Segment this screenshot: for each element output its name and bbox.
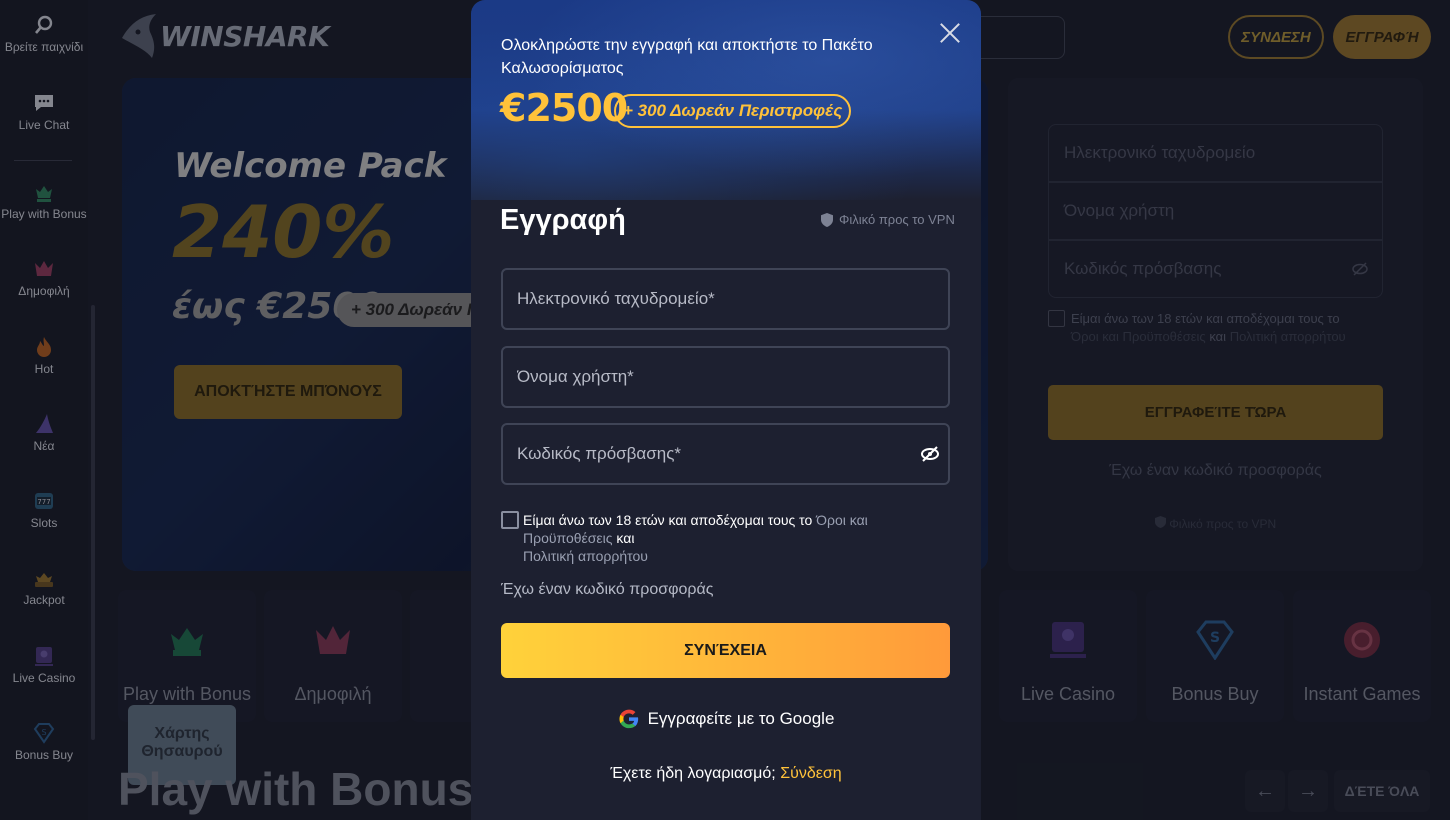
password-field[interactable]	[501, 423, 950, 485]
modal-headline: Ολοκληρώστε την εγγραφή και αποκτήστε το…	[501, 37, 873, 77]
google-signup-button[interactable]: Εγγραφείτε με το Google	[471, 708, 981, 730]
continue-button[interactable]: ΣΥΝΈΧΕΙΑ	[501, 623, 950, 678]
eye-off-icon[interactable]	[920, 445, 940, 463]
vpn-label: Φιλικό προς το VPN	[839, 212, 955, 227]
login-link[interactable]: Σύνδεση	[780, 765, 841, 782]
email-input[interactable]	[503, 270, 948, 328]
bonus-amount: €2500	[500, 86, 628, 130]
terms-text: Είμαι άνω των 18 ετών και αποδέχομαι του…	[523, 511, 943, 565]
username-field[interactable]	[501, 346, 950, 408]
email-field[interactable]	[501, 268, 950, 330]
have-account-text: Έχετε ήδη λογαριασμό;	[610, 765, 776, 782]
shield-icon	[821, 212, 833, 227]
google-signup-label: Εγγραφείτε με το Google	[647, 709, 835, 728]
terms-checkbox[interactable]	[501, 511, 519, 529]
terms-and: και	[616, 530, 635, 546]
registration-modal: Ολοκληρώστε την εγγραφή και αποκτήστε το…	[471, 0, 981, 820]
modal-title: Εγγραφή	[500, 204, 626, 236]
vpn-note: Φιλικό προς το VPN	[821, 212, 955, 227]
terms-main: Είμαι άνω των 18 ετών και αποδέχομαι του…	[523, 512, 813, 528]
google-icon	[619, 709, 638, 729]
privacy-link[interactable]: Πολιτική απορρήτου	[523, 548, 648, 564]
password-input[interactable]	[503, 425, 948, 483]
free-spins-badge: + 300 Δωρεάν Περιστροφές	[614, 94, 852, 128]
username-input[interactable]	[503, 348, 948, 406]
have-account-line: Έχετε ήδη λογαριασμό; Σύνδεση	[471, 765, 981, 783]
promo-code-link[interactable]: Έχω έναν κωδικό προσφοράς	[501, 581, 713, 599]
close-icon[interactable]	[937, 20, 963, 46]
